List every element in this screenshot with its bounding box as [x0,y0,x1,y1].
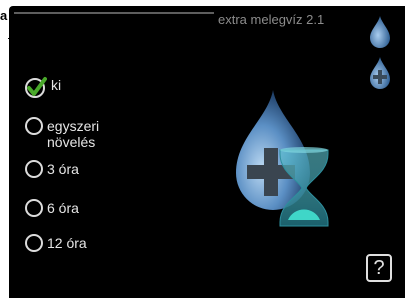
display-screen [9,6,405,298]
header-rule [14,12,214,14]
page-title: extra melegvíz 2.1 [218,12,325,27]
extra-hot-water-drop-icon [370,57,390,89]
radio-button [25,160,43,178]
help-button[interactable]: ? [366,254,392,282]
option-label: 6 óra [47,200,79,216]
radio-button [25,234,43,252]
extra-hot-water-timer-icon [236,90,329,227]
option-one-time-boost[interactable]: egyszeri növelés [25,117,127,150]
option-12-hours[interactable]: 12 óra [25,234,87,252]
option-label: 12 óra [47,235,87,251]
option-label: egyszeri növelés [47,118,100,150]
water-drop-icon [370,16,390,48]
checkmark-icon [25,77,47,98]
option-label: 3 óra [47,161,79,177]
option-label: ki [51,77,62,93]
option-6-hours[interactable]: 6 óra [25,199,79,217]
corner-label: a [0,8,8,23]
option-off[interactable]: ki [25,76,61,98]
option-3-hours[interactable]: 3 óra [25,160,79,178]
radio-button [25,199,43,217]
radio-button [25,117,43,135]
